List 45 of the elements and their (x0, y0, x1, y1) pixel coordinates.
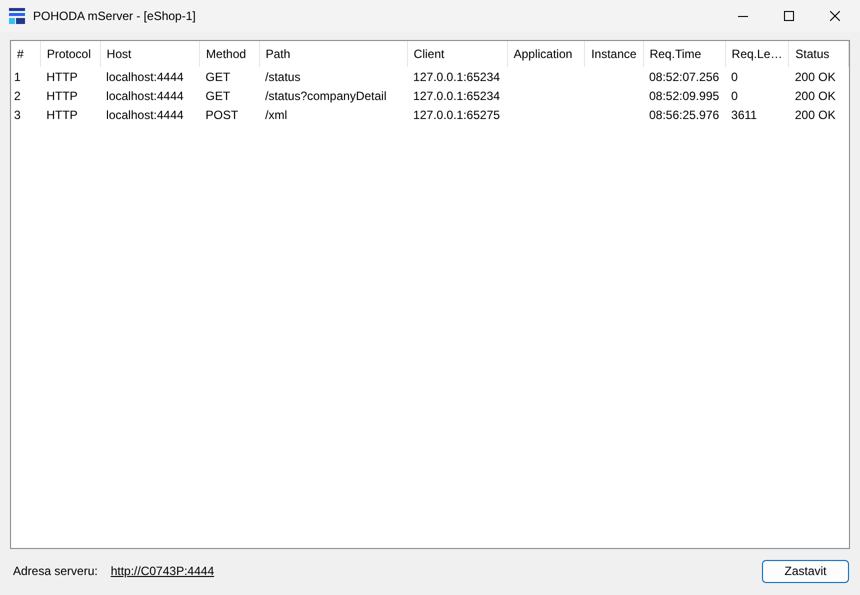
column-header[interactable]: Application (507, 41, 585, 67)
table-cell: 127.0.0.1:65275 (413, 108, 500, 122)
column-header[interactable]: Host (100, 41, 200, 67)
table-cell: 08:52:07.256 (649, 70, 720, 84)
table-cell: 3611 (731, 108, 757, 122)
table-cell: 1 (14, 70, 21, 84)
table-cell: localhost:4444 (106, 70, 184, 84)
table-cell: 3 (14, 108, 21, 122)
table-cell: 08:56:25.976 (649, 108, 720, 122)
column-header[interactable]: Path (259, 41, 408, 67)
stop-button[interactable]: Zastavit (762, 560, 849, 582)
table-cell: 08:52:09.995 (649, 88, 720, 102)
app-icon (9, 8, 25, 24)
server-address-link[interactable]: http://C0743P:4444 (110, 562, 214, 580)
close-icon (830, 11, 840, 21)
table-cell: 0 (731, 70, 738, 84)
column-header[interactable]: Req.Le… (725, 41, 789, 67)
column-header[interactable]: Protocol (40, 41, 100, 67)
column-header[interactable]: # (11, 41, 40, 67)
column-header[interactable]: Req.Time (643, 41, 726, 67)
column-header[interactable]: Client (407, 41, 508, 67)
column-header[interactable]: Instance (584, 41, 644, 67)
table-cell: /xml (265, 108, 288, 122)
column-header[interactable]: Status (788, 41, 848, 67)
table-cell: 0 (731, 88, 738, 102)
table-cell: HTTP (46, 70, 78, 84)
table-cell: GET (206, 70, 230, 84)
table-cell: 127.0.0.1:65234 (413, 70, 500, 84)
table-cell: 200 OK (794, 88, 836, 102)
server-address-label: Adresa serveru: (13, 563, 98, 580)
maximize-icon (784, 11, 794, 21)
table-cell: 2 (14, 88, 21, 102)
table-cell: localhost:4444 (106, 108, 184, 122)
table-cell: 200 OK (794, 70, 836, 84)
table-cell: /status?companyDetail (265, 88, 387, 102)
column-header[interactable]: Method (200, 41, 260, 67)
table-cell: 200 OK (794, 108, 836, 122)
table-cell: localhost:4444 (106, 88, 184, 102)
window-title: POHODA mServer - [eShop-1] (33, 8, 196, 25)
table-cell: 127.0.0.1:65234 (413, 88, 500, 102)
table-cell: GET (206, 88, 230, 102)
table-cell: /status (265, 70, 300, 84)
table-cell: HTTP (46, 88, 78, 102)
table-cell: HTTP (46, 108, 78, 122)
table-cell: POST (206, 108, 238, 122)
